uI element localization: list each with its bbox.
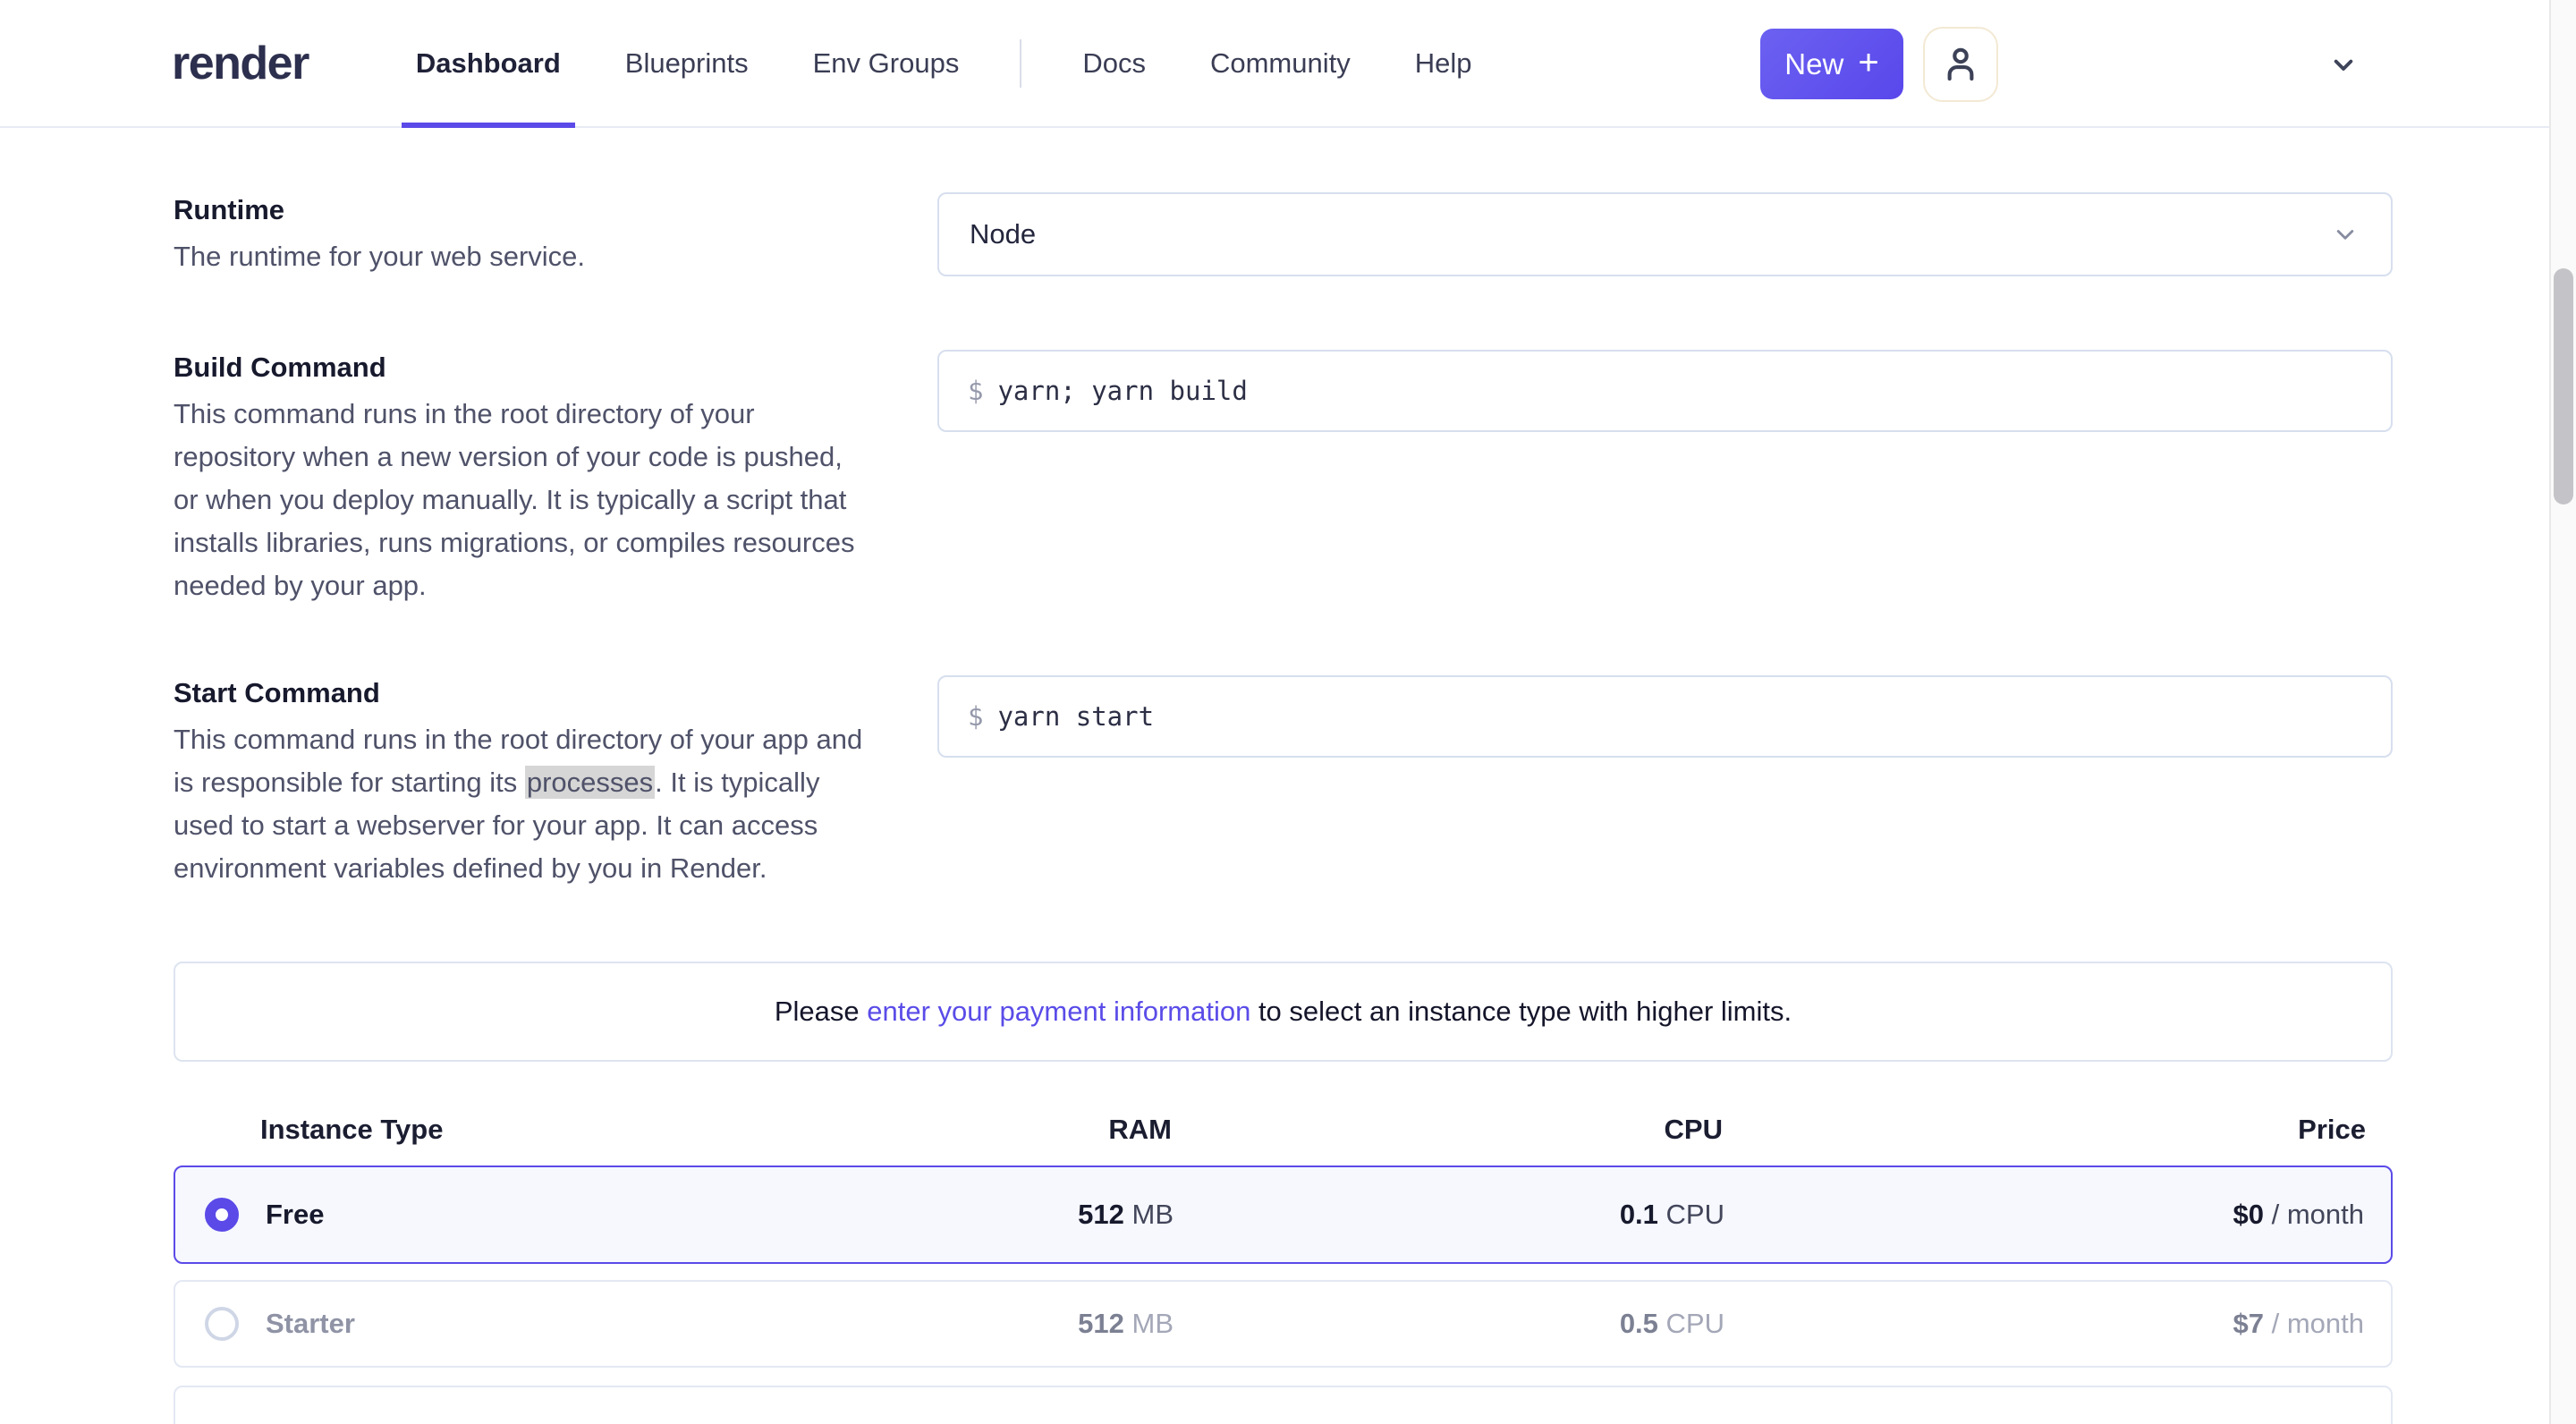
top-navbar: render Dashboard Blueprints Env Groups D… <box>0 0 2576 128</box>
column-header-cpu: CPU <box>1172 1114 1723 1146</box>
build-command-input[interactable] <box>997 376 2362 406</box>
radio-unselected-icon[interactable] <box>205 1307 239 1341</box>
price-value: $7 <box>2233 1308 2264 1339</box>
start-command-input[interactable] <box>997 701 2362 732</box>
tab-env-groups[interactable]: Env Groups <box>799 0 974 126</box>
cpu-value: 0.1 <box>1620 1199 1658 1230</box>
banner-text: Please <box>775 996 867 1028</box>
instance-table-header: Instance Type RAM CPU Price <box>174 1110 2393 1149</box>
cpu-unit: CPU <box>1666 1199 1724 1230</box>
instance-name: Free <box>266 1199 324 1231</box>
cpu-value: 0.5 <box>1620 1308 1658 1339</box>
user-icon <box>1937 41 1984 88</box>
column-header-ram: RAM <box>728 1114 1172 1146</box>
runtime-select[interactable]: Node <box>937 192 2393 276</box>
tab-dashboard[interactable]: Dashboard <box>402 0 575 126</box>
runtime-field-row: Runtime The runtime for your web service… <box>174 192 2393 278</box>
column-header-instance-type: Instance Type <box>174 1114 728 1146</box>
start-command-box: $ <box>937 675 2393 758</box>
tab-blueprints[interactable]: Blueprints <box>611 0 763 126</box>
start-command-label: Start Command <box>174 675 937 711</box>
runtime-description: The runtime for your web service. <box>174 235 867 278</box>
new-button-label: New <box>1784 47 1843 81</box>
nav-link-help[interactable]: Help <box>1401 0 1487 126</box>
new-button[interactable]: New + <box>1760 29 1903 99</box>
shell-prompt: $ <box>968 376 983 406</box>
start-command-description: This command runs in the root directory … <box>174 718 867 890</box>
banner-text: to select an instance type with higher l… <box>1250 996 1792 1028</box>
enter-payment-information-link[interactable]: enter your payment information <box>867 996 1250 1028</box>
build-command-field-row: Build Command This command runs in the r… <box>174 350 2393 607</box>
ram-unit: MB <box>1132 1199 1174 1230</box>
account-avatar-button[interactable] <box>1923 27 1998 102</box>
chevron-down-icon <box>2326 47 2361 82</box>
build-command-label-block: Build Command This command runs in the r… <box>174 350 937 607</box>
instance-name: Starter <box>266 1308 355 1340</box>
ram-unit: MB <box>1132 1308 1174 1339</box>
column-header-price: Price <box>1723 1114 2366 1146</box>
render-logo[interactable]: render <box>172 37 309 90</box>
price-unit: / month <box>2272 1199 2364 1230</box>
instance-type-table: Instance Type RAM CPU Price Free 512 MB … <box>174 1110 2393 1424</box>
ram-value: 512 <box>1078 1199 1124 1230</box>
radio-selected-icon[interactable] <box>205 1198 239 1232</box>
start-command-label-block: Start Command This command runs in the r… <box>174 675 937 890</box>
build-command-description: This command runs in the root directory … <box>174 393 867 607</box>
build-command-label: Build Command <box>174 350 937 386</box>
highlighted-text: processes <box>525 766 655 799</box>
page-scrollbar-thumb[interactable] <box>2554 268 2573 504</box>
service-settings-form: Runtime The runtime for your web service… <box>0 128 2576 1424</box>
runtime-label-block: Runtime The runtime for your web service… <box>174 192 937 278</box>
page-scrollbar-track[interactable] <box>2549 0 2576 1424</box>
shell-prompt: $ <box>968 701 983 732</box>
price-unit: / month <box>2272 1308 2364 1339</box>
chevron-down-icon <box>2330 219 2360 250</box>
plus-icon: + <box>1858 43 1878 83</box>
instance-row-starter[interactable]: Starter 512 MB 0.5 CPU $7 / month <box>174 1280 2393 1368</box>
account-menu-toggle[interactable] <box>2324 47 2363 82</box>
nav-link-community[interactable]: Community <box>1196 0 1365 126</box>
cpu-unit: CPU <box>1666 1308 1724 1339</box>
instance-row-partial[interactable] <box>174 1386 2393 1424</box>
runtime-label: Runtime <box>174 192 937 228</box>
payment-info-banner: Please enter your payment information to… <box>174 962 2393 1062</box>
build-command-box: $ <box>937 350 2393 432</box>
primary-nav: Dashboard Blueprints Env Groups Docs Com… <box>402 0 1487 126</box>
runtime-selected-value: Node <box>970 218 1036 250</box>
nav-link-docs[interactable]: Docs <box>1068 0 1160 126</box>
start-command-field-row: Start Command This command runs in the r… <box>174 675 2393 890</box>
price-value: $0 <box>2233 1199 2264 1230</box>
ram-value: 512 <box>1078 1308 1124 1339</box>
instance-row-free[interactable]: Free 512 MB 0.1 CPU $0 / month <box>174 1165 2393 1264</box>
nav-divider <box>1020 39 1021 88</box>
